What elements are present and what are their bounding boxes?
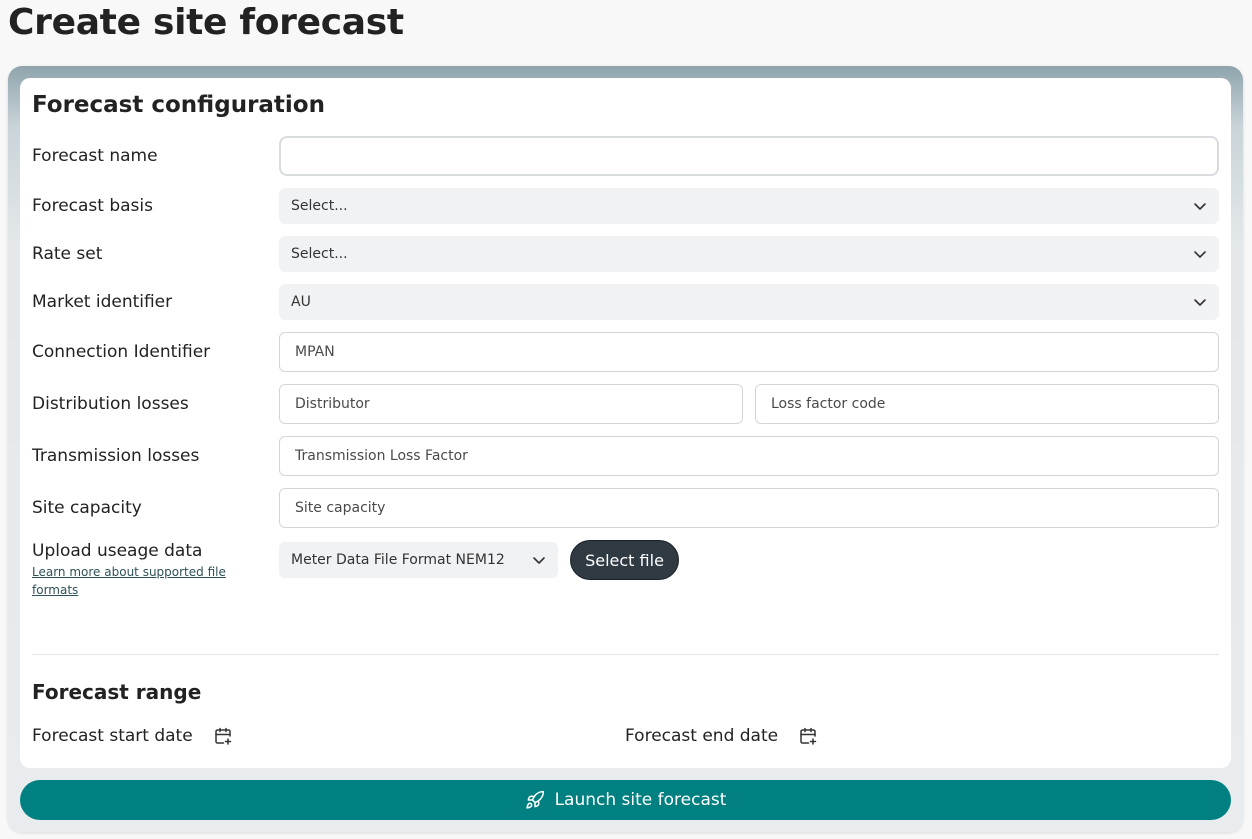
rate-set-value: Select... [291, 246, 348, 262]
calendar-plus-icon[interactable] [798, 726, 818, 746]
forecast-end-date: Forecast end date [625, 726, 818, 746]
forecast-name-input[interactable] [279, 136, 1219, 176]
chevron-down-icon [1193, 295, 1207, 309]
upload-usage-label: Upload useage data [32, 541, 203, 561]
site-capacity-input[interactable] [279, 488, 1219, 528]
forecast-card: Forecast configuration Forecast name For… [8, 66, 1243, 832]
market-identifier-select[interactable]: AU [279, 284, 1219, 320]
launch-site-forecast-label: Launch site forecast [554, 790, 727, 810]
loss-factor-code-input[interactable] [755, 384, 1219, 424]
market-identifier-label: Market identifier [32, 292, 173, 312]
calendar-plus-icon[interactable] [213, 726, 233, 746]
transmission-loss-factor-input[interactable] [279, 436, 1219, 476]
chevron-down-icon [1193, 247, 1207, 261]
transmission-losses-label: Transmission losses [32, 446, 200, 466]
chevron-down-icon [1193, 199, 1207, 213]
launch-site-forecast-button[interactable]: Launch site forecast [20, 780, 1231, 820]
forecast-configuration-panel: Forecast configuration Forecast name For… [20, 78, 1231, 768]
forecast-name-label: Forecast name [32, 146, 158, 166]
forecast-end-date-label: Forecast end date [625, 726, 779, 746]
forecast-basis-select[interactable]: Select... [279, 188, 1219, 224]
rate-set-select[interactable]: Select... [279, 236, 1219, 272]
section-title-configuration: Forecast configuration [32, 92, 325, 118]
file-format-select[interactable]: Meter Data File Format NEM12 [279, 542, 558, 578]
section-title-range: Forecast range [32, 680, 202, 704]
connection-identifier-input[interactable] [279, 332, 1219, 372]
select-file-button[interactable]: Select file [570, 540, 679, 580]
rocket-icon [525, 790, 545, 810]
forecast-basis-value: Select... [291, 198, 348, 214]
rate-set-label: Rate set [32, 244, 103, 264]
chevron-down-icon [532, 553, 546, 567]
site-capacity-label: Site capacity [32, 498, 142, 518]
forecast-start-date: Forecast start date [32, 726, 233, 746]
page-title: Create site forecast [8, 2, 404, 43]
file-format-value: Meter Data File Format NEM12 [291, 552, 505, 568]
forecast-start-date-label: Forecast start date [32, 726, 193, 746]
distributor-input[interactable] [279, 384, 743, 424]
supported-formats-link[interactable]: Learn more about supported file formats [32, 563, 247, 599]
section-divider [32, 654, 1219, 655]
forecast-basis-label: Forecast basis [32, 196, 153, 216]
distribution-losses-label: Distribution losses [32, 394, 189, 414]
market-identifier-value: AU [291, 294, 311, 310]
connection-identifier-label: Connection Identifier [32, 342, 211, 362]
